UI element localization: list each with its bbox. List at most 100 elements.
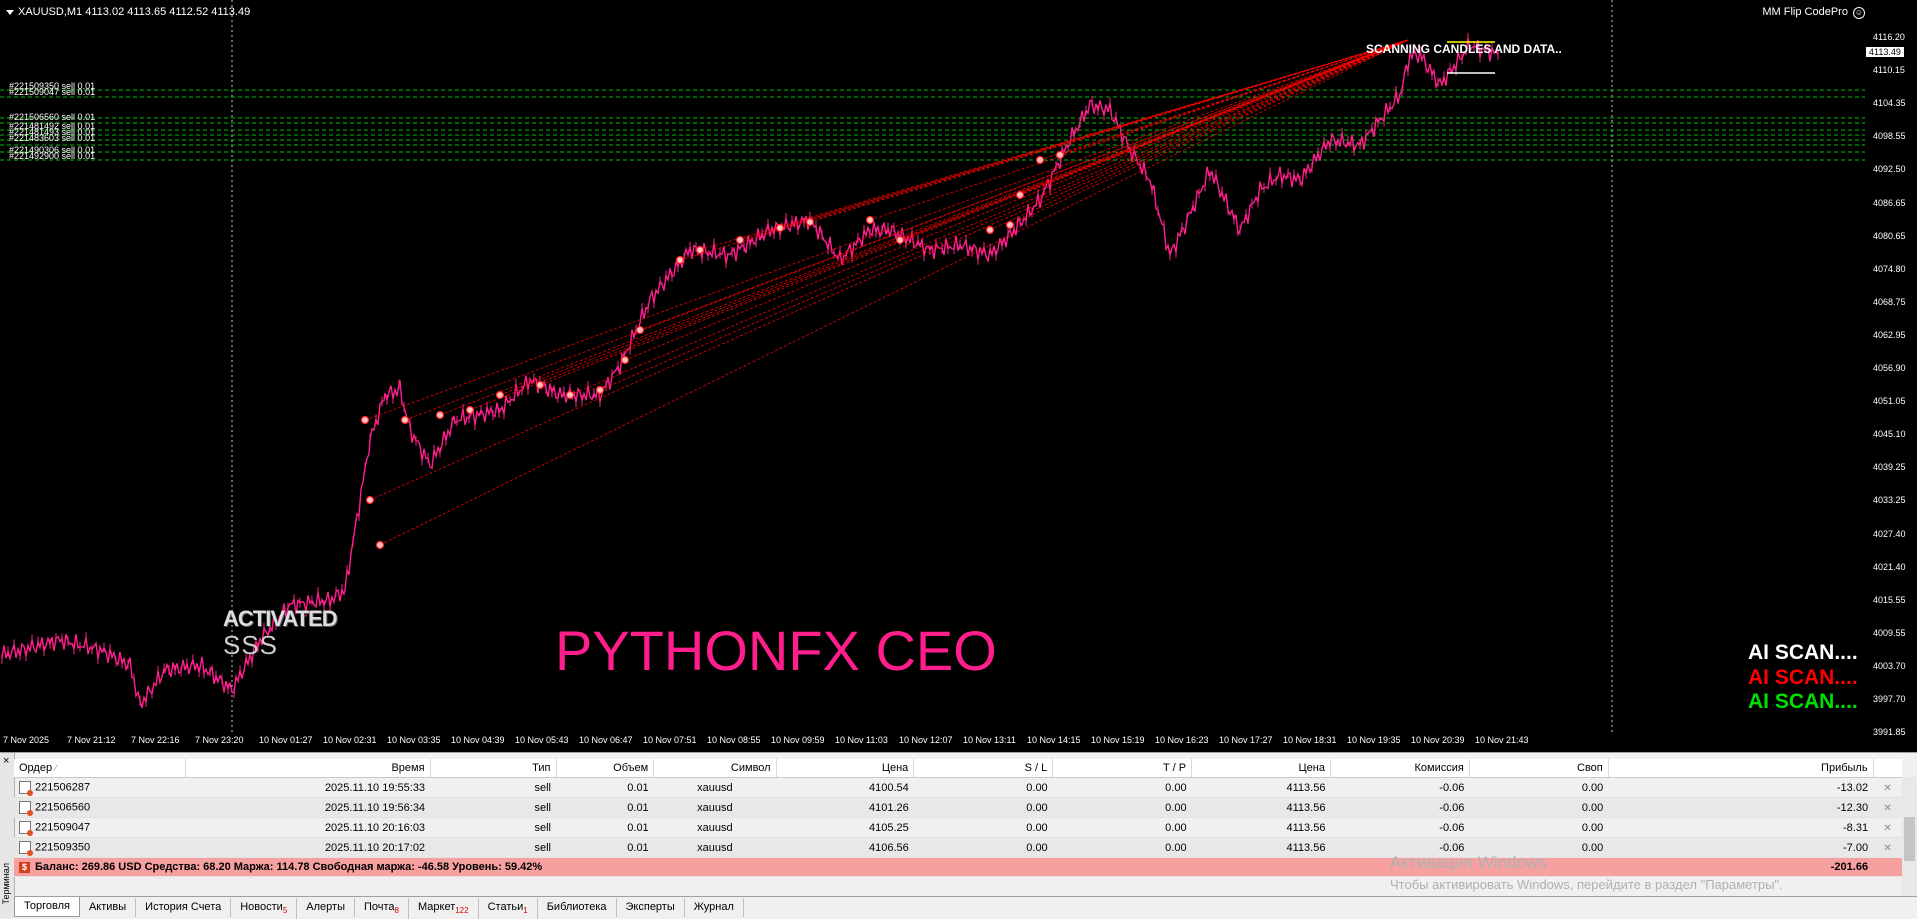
time-tick: 10 Nov 07:51 xyxy=(643,735,697,745)
time-tick: 7 Nov 2025 xyxy=(3,735,50,745)
trade-marker xyxy=(435,410,445,420)
col-type[interactable]: Тип xyxy=(430,759,557,778)
time-tick: 10 Nov 21:43 xyxy=(1475,735,1529,745)
price-tick: 4086.65 xyxy=(1873,197,1906,208)
time-tick: 7 Nov 23:20 xyxy=(195,735,244,745)
time-tick: 10 Nov 06:47 xyxy=(579,735,633,745)
col-current-price[interactable]: Цена xyxy=(1191,759,1331,778)
table-row[interactable]: 221506560 2025.11.10 19:56:34 sell 0.01 xa… xyxy=(14,797,1902,818)
current-price-label: 4113.49 xyxy=(1866,47,1904,57)
trade-line xyxy=(569,39,1409,396)
time-tick: 10 Nov 13:11 xyxy=(963,735,1016,745)
close-order-icon[interactable]: ✕ xyxy=(1883,823,1891,834)
close-icon[interactable]: × xyxy=(3,755,9,767)
terminal-tabs: Торговля Активы История Счета Новости5 Алерт… xyxy=(14,896,1917,919)
trade-marker xyxy=(595,385,605,395)
trade-line xyxy=(624,39,1409,361)
tab-experts[interactable]: Эксперты xyxy=(617,898,685,917)
trade-marker xyxy=(365,495,375,505)
col-time[interactable]: Время xyxy=(185,759,431,778)
trade-marker xyxy=(675,255,685,265)
price-tick: 4021.40 xyxy=(1873,561,1906,572)
price-tick: 4003.70 xyxy=(1873,660,1906,671)
col-swap[interactable]: Своп xyxy=(1469,759,1609,778)
price-tick: 4116.20 xyxy=(1873,32,1905,42)
trade-marker xyxy=(465,405,475,415)
order-tag: #221483603 sell 0.01 xyxy=(9,133,96,143)
time-tick: 7 Nov 22:16 xyxy=(131,735,180,745)
chart-caption: XAUUSD,M1 4113.02 4113.65 4112.52 4113.4… xyxy=(6,6,250,18)
col-order[interactable]: Ордер ⁄ xyxy=(14,759,186,778)
scrollbar-thumb[interactable] xyxy=(1904,817,1915,861)
col-commission[interactable]: Комиссия xyxy=(1330,759,1470,778)
tab-exposure[interactable]: Активы xyxy=(80,898,137,917)
price-tick: 4104.35 xyxy=(1873,98,1906,109)
time-tick: 10 Nov 14:15 xyxy=(1027,735,1081,745)
close-order-icon[interactable]: ✕ xyxy=(1883,803,1891,814)
trade-marker xyxy=(1055,150,1065,160)
price-chart[interactable]: XAUUSD,M1 4113.02 4113.65 4112.52 4113.4… xyxy=(0,0,1917,752)
sell-order-icon xyxy=(19,841,33,856)
table-row[interactable]: 221509047 2025.11.10 20:16:03 sell 0.01 xa… xyxy=(14,817,1902,838)
sss-label: SSS xyxy=(223,630,279,660)
price-tick: 4045.10 xyxy=(1873,429,1906,440)
price-tick: 3991.85 xyxy=(1873,727,1906,738)
price-tick: 4098.55 xyxy=(1873,131,1906,142)
col-volume[interactable]: Объем xyxy=(556,759,655,778)
time-scale[interactable]: 7 Nov 2025 7 Nov 21:12 7 Nov 22:16 7 Nov 23… xyxy=(0,734,1865,748)
order-tag: #221492900 sell 0.01 xyxy=(9,151,96,161)
trade-line xyxy=(599,39,1409,391)
col-price[interactable]: Цена xyxy=(776,759,915,778)
time-tick: 10 Nov 12:07 xyxy=(899,735,953,745)
time-tick: 10 Nov 17:27 xyxy=(1219,735,1273,745)
col-symbol[interactable]: Символ xyxy=(653,759,777,778)
expert-advisor-name: MM Flip CodePro xyxy=(1762,6,1848,18)
brand-watermark: PYTHONFX CEO xyxy=(555,619,997,682)
tab-articles[interactable]: Статьи1 xyxy=(479,898,538,919)
price-tick: 4062.95 xyxy=(1873,329,1906,340)
table-row[interactable]: 221509350 2025.11.10 20:17:02 sell 0.01 xa… xyxy=(14,837,1902,858)
trade-marker xyxy=(695,245,705,255)
price-tick: 4051.05 xyxy=(1873,396,1906,407)
time-tick: 10 Nov 01:27 xyxy=(259,735,313,745)
scan-status-text: SCANNING CANDLES AND DATA.. xyxy=(1366,42,1562,56)
time-tick: 10 Nov 16:23 xyxy=(1155,735,1209,745)
tab-library[interactable]: Библиотека xyxy=(538,898,617,917)
trade-line xyxy=(369,39,1409,501)
time-tick: 10 Nov 05:43 xyxy=(515,735,569,745)
tab-news[interactable]: Новости5 xyxy=(231,898,298,919)
trade-marker xyxy=(620,355,630,365)
price-tick: 4068.75 xyxy=(1873,296,1906,307)
close-order-icon[interactable]: ✕ xyxy=(1883,843,1891,854)
chart-menu-icon[interactable] xyxy=(6,9,14,15)
trade-marker xyxy=(805,217,815,227)
trade-marker xyxy=(985,225,995,235)
close-order-icon[interactable]: ✕ xyxy=(1883,783,1891,794)
trade-marker xyxy=(1035,155,1045,165)
sell-order-icon xyxy=(19,781,33,796)
expert-advisor-label[interactable]: MM Flip CodePro ☺ xyxy=(1762,6,1865,19)
price-tick: 4056.90 xyxy=(1873,363,1906,373)
tab-alerts[interactable]: Алерты xyxy=(297,898,355,917)
tab-market[interactable]: Маркет122 xyxy=(409,898,479,919)
col-sl[interactable]: S / L xyxy=(913,759,1054,778)
balance-summary: Баланс: 269.86 USD Средства: 68.20 Маржа… xyxy=(35,861,543,873)
chart-symbol-quote: XAUUSD,M1 4113.02 4113.65 4112.52 4113.4… xyxy=(18,6,251,18)
tab-mailbox[interactable]: Почта8 xyxy=(355,898,409,919)
trade-marker xyxy=(735,235,745,245)
tab-account-history[interactable]: История Счета xyxy=(136,898,232,917)
vertical-scrollbar[interactable] xyxy=(1902,777,1917,897)
time-tick: 10 Nov 18:31 xyxy=(1283,735,1337,745)
tab-journal[interactable]: Журнал xyxy=(685,898,744,917)
trade-marker xyxy=(400,415,410,425)
table-row[interactable]: 221506287 2025.11.10 19:55:33 sell 0.01 xa… xyxy=(14,777,1902,798)
activated-label: ACTIVATED xyxy=(223,606,338,631)
price-scale[interactable]: 4113.49 4116.20 4110.15 4104.35 4098.55 4092… xyxy=(1865,0,1917,738)
price-tick: 4033.25 xyxy=(1873,495,1906,506)
trades-table: Ордер ⁄ Время Тип Объем Символ Цена S / … xyxy=(14,759,1902,877)
time-tick: 10 Nov 19:35 xyxy=(1347,735,1401,745)
tab-trade[interactable]: Торговля xyxy=(14,897,80,917)
col-tp[interactable]: T / P xyxy=(1052,759,1193,778)
windows-activation-text: Чтобы активировать Windows, перейдите в … xyxy=(1390,877,1783,892)
col-profit[interactable]: Прибыль xyxy=(1608,759,1874,778)
